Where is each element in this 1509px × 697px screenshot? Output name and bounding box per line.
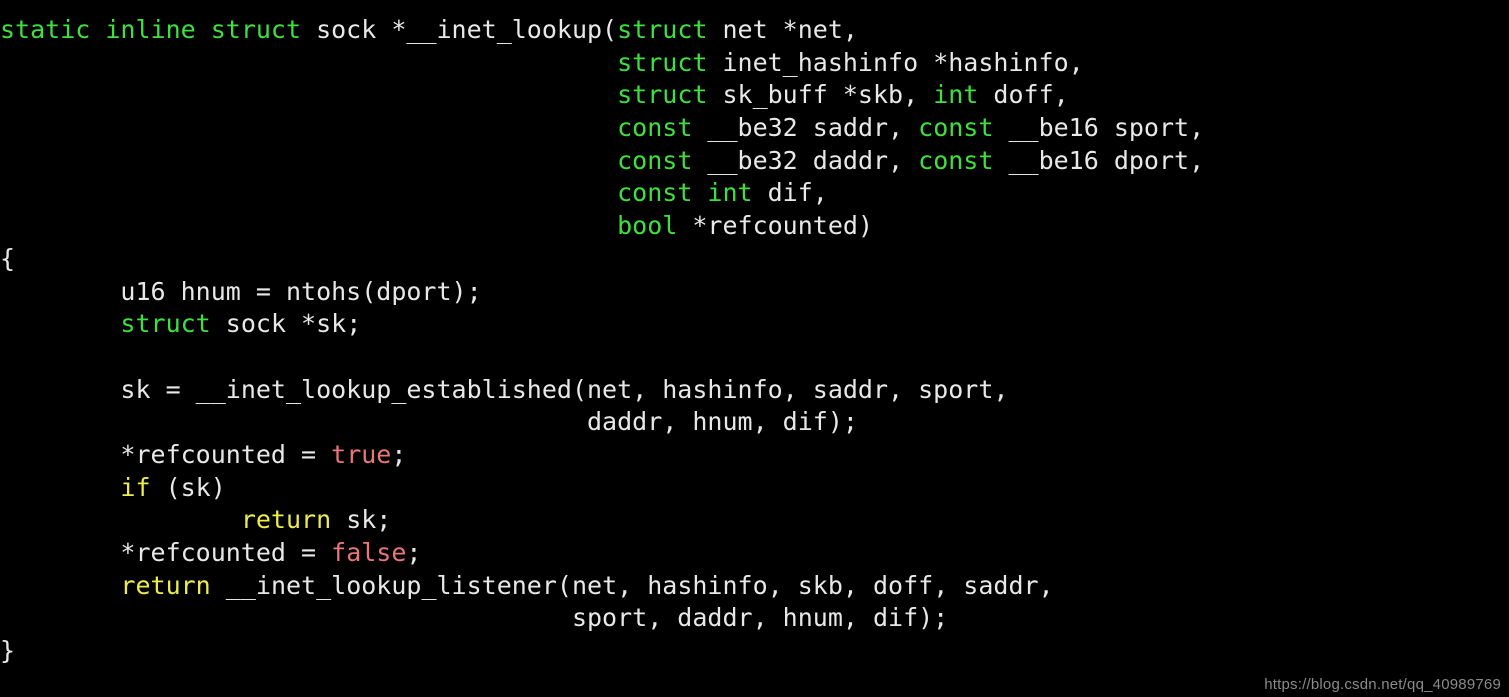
code-line: struct sock *sk; — [0, 308, 1204, 341]
code-line: sk = __inet_lookup_established(net, hash… — [0, 374, 1204, 407]
code-token-kw: static inline struct — [0, 15, 302, 44]
code-token-kw: const — [918, 113, 994, 143]
code-line: const __be32 saddr, const __be16 sport, — [0, 112, 1204, 145]
code-token-plain: sport, daddr, hnum, dif); — [0, 603, 949, 633]
code-line: sport, daddr, hnum, dif); — [0, 602, 1204, 635]
code-token-plain: doff, — [978, 80, 1069, 110]
code-token-plain: sock *__inet_lookup( — [301, 15, 618, 44]
code-token-plain: __be16 sport, — [993, 113, 1205, 143]
code-line: u16 hnum = ntohs(dport); — [0, 276, 1204, 309]
code-token-ctrl: return — [240, 505, 332, 535]
code-token-plain: __inet_lookup_listener(net, hashinfo, sk… — [210, 570, 1054, 600]
code-token-plain: ; — [406, 538, 422, 567]
code-token-plain: __be32 saddr, — [692, 113, 919, 143]
code-token-kw: struct — [617, 80, 708, 110]
code-token-const: false — [331, 538, 407, 567]
code-token-plain: u16 hnum = ntohs(dport); — [0, 276, 482, 306]
code-line: return __inet_lookup_listener(net, hashi… — [0, 570, 1204, 603]
code-token-kw: struct — [617, 47, 708, 77]
code-token-plain: daddr, hnum, dif); — [0, 407, 858, 437]
code-token-kw: const — [617, 113, 693, 143]
code-token-plain: sk = __inet_lookup_established(net, hash… — [0, 374, 1009, 404]
code-token-plain: net *net, — [707, 15, 858, 44]
code-token-plain: __be16 dport, — [993, 145, 1205, 175]
code-token-plain: *refcounted = — [0, 439, 332, 469]
code-line: *refcounted = true; — [0, 439, 1204, 472]
code-token-plain: sk; — [331, 505, 392, 535]
code-line: return sk; — [0, 504, 1204, 537]
code-line: daddr, hnum, dif); — [0, 406, 1204, 439]
code-token-plain: sk_buff *skb, — [707, 80, 934, 110]
code-token-ctrl: return — [120, 570, 211, 600]
code-token-ctrl: if — [120, 472, 151, 502]
code-token-plain: ; — [391, 439, 407, 469]
code-token-plain: (sk) — [150, 472, 226, 502]
code-token-kw: const int — [617, 178, 753, 208]
code-token-const: true — [331, 439, 392, 469]
code-line: const __be32 daddr, const __be16 dport, — [0, 145, 1204, 178]
code-token-plain: } — [0, 636, 16, 666]
code-token-kw: struct — [120, 309, 211, 339]
code-line: struct sk_buff *skb, int doff, — [0, 79, 1204, 112]
code-token-plain: *refcounted) — [677, 211, 873, 241]
code-line: { — [0, 243, 1204, 276]
code-token-plain: __be32 daddr, — [692, 145, 919, 175]
code-line: const int dif, — [0, 177, 1204, 210]
code-screenshot-surface: static inline struct sock *__inet_lookup… — [0, 0, 1509, 697]
code-token-kw: const — [617, 145, 693, 175]
code-line: static inline struct sock *__inet_lookup… — [0, 14, 1204, 47]
blog-watermark: https://blog.csdn.net/qq_40989769 — [1264, 676, 1501, 693]
code-token-plain: dif, — [752, 178, 828, 208]
code-line: bool *refcounted) — [0, 210, 1204, 243]
code-line: if (sk) — [0, 472, 1204, 505]
code-line: } — [0, 635, 1204, 668]
source-code-block[interactable]: static inline struct sock *__inet_lookup… — [0, 0, 1204, 668]
code-token-kw: bool — [617, 211, 678, 241]
code-token-plain: { — [0, 243, 16, 273]
code-token-plain: inet_hashinfo *hashinfo, — [707, 47, 1084, 77]
code-line: *refcounted = false; — [0, 537, 1204, 570]
code-token-plain: *refcounted = — [0, 538, 332, 567]
code-line: struct inet_hashinfo *hashinfo, — [0, 47, 1204, 80]
code-token-kw: int — [933, 80, 979, 110]
code-token-kw: struct — [617, 15, 708, 44]
code-token-kw: const — [918, 145, 994, 175]
code-token-plain: sock *sk; — [210, 309, 362, 339]
